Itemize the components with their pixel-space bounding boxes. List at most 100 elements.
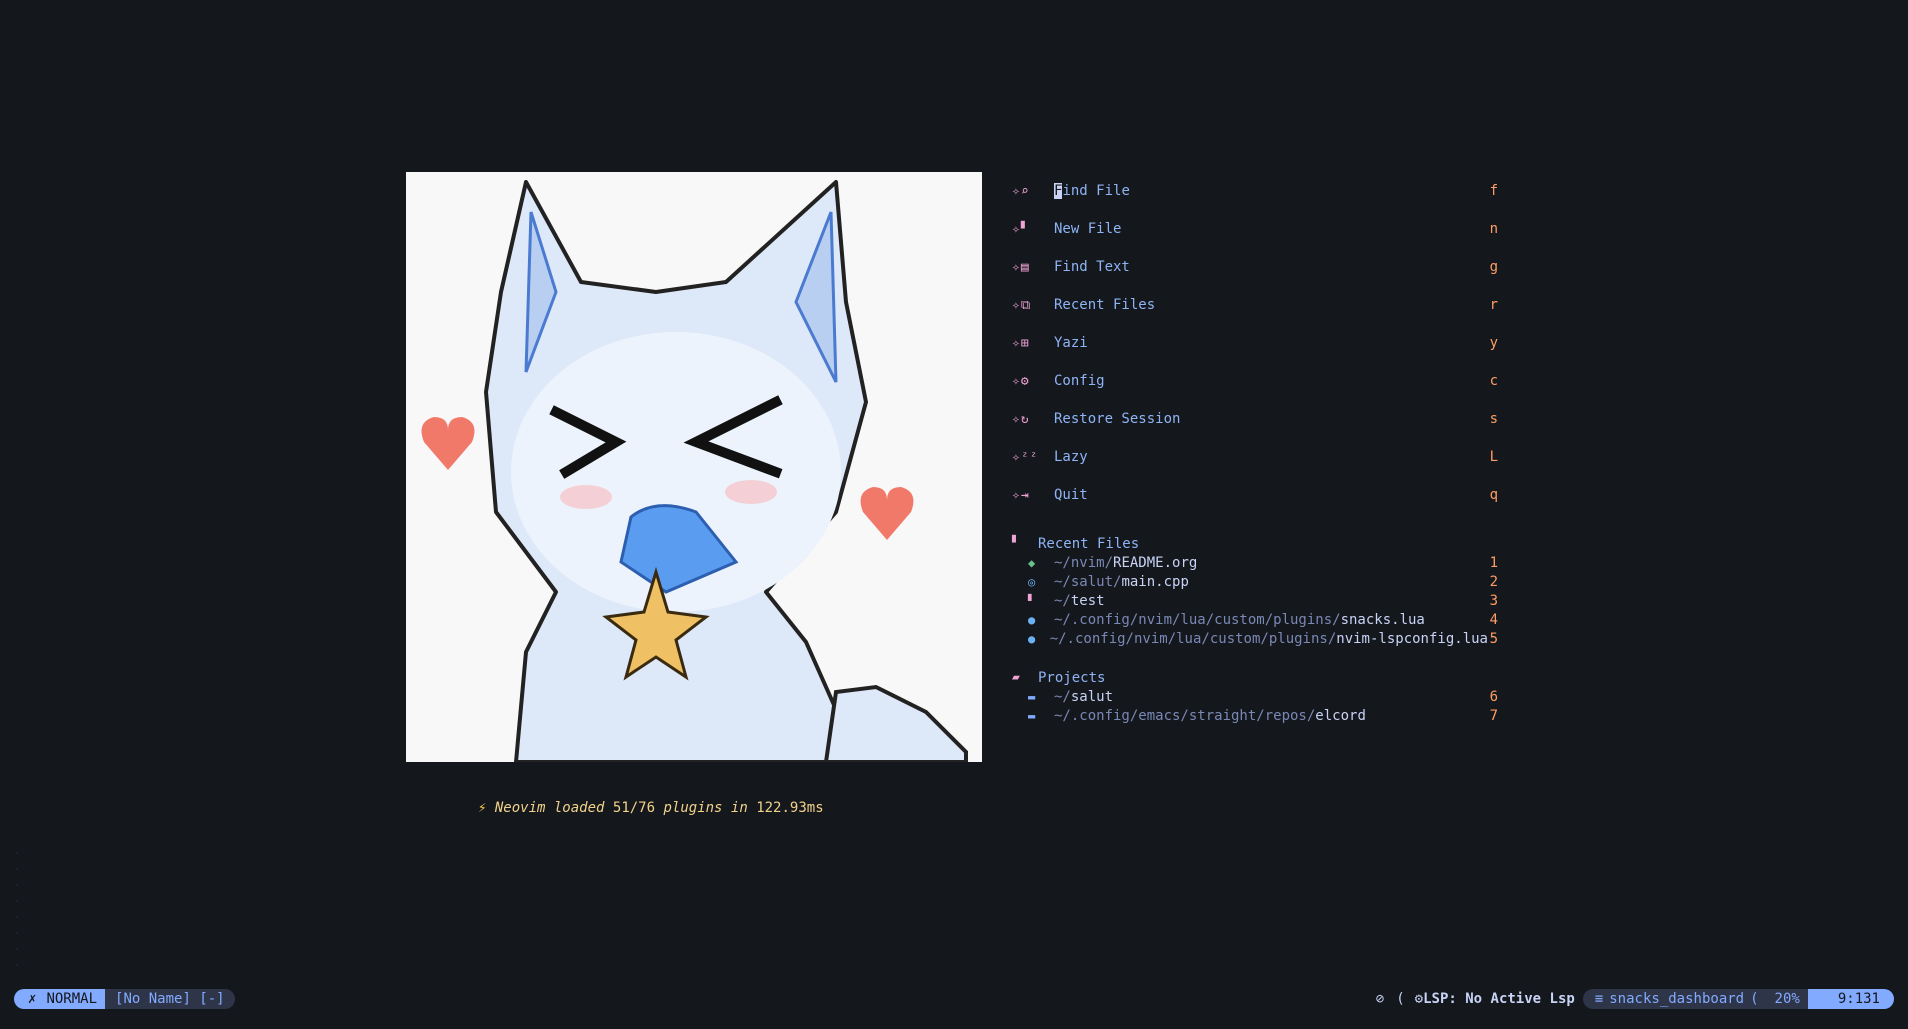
file-name: main.cpp	[1121, 573, 1189, 590]
vim-icon: ✗	[28, 991, 37, 1007]
recent-file-item[interactable]: ● ~/.config/nvim/lua/custom/plugins/nvim…	[1012, 629, 1498, 648]
text-search-icon: ✧▤	[1012, 259, 1030, 275]
file-name: snacks.lua	[1340, 611, 1425, 628]
project-name: elcord	[1315, 707, 1366, 724]
file-icon: ✧▘	[1012, 221, 1030, 237]
neovim-window: ⚡ Neovim loaded 51/76 plugins in 122.93m…	[0, 0, 1908, 1029]
project-item[interactable]: ▬ ~/.config/emacs/straight/repos/elcord …	[1012, 706, 1498, 725]
recent-files-icon: ✧⧉	[1012, 297, 1032, 313]
item-key: 7	[1489, 707, 1498, 724]
file-dir: ~/.config/nvim/lua/custom/plugins/	[1054, 611, 1341, 628]
dashboard-header-image	[406, 172, 982, 762]
item-key: 4	[1489, 611, 1498, 628]
folder-icon: ▬	[1028, 689, 1036, 704]
quit-icon: ✧⇥	[1012, 487, 1030, 503]
dashboard-menu: ✧⌕ Find File f ✧▘ New File n ✧▤ Find Tex…	[1012, 172, 1498, 725]
menu-key: g	[1489, 259, 1498, 275]
separator-icon: (	[1750, 991, 1759, 1007]
item-key: 5	[1489, 630, 1498, 647]
filetype-label: snacks_dashboard	[1609, 991, 1745, 1007]
folder-open-icon: ▰	[1012, 670, 1020, 685]
gear-icon: ✧⚙	[1012, 373, 1030, 389]
file-name: nvim-lspconfig.lua	[1336, 630, 1488, 647]
file-dir: ~/nvim/	[1054, 554, 1114, 571]
menu-item-config[interactable]: ✧⚙ Config c	[1012, 362, 1498, 400]
menu-label: Find Text	[1054, 259, 1130, 275]
menu-item-yazi[interactable]: ✧⊞ Yazi y	[1012, 324, 1498, 362]
gears-icon: ⚙	[1414, 991, 1424, 1007]
menu-key: n	[1489, 221, 1498, 237]
recent-files-section: ▘ Recent Files ◆ ~/nvim/README.org 1 ◎ ~…	[1012, 534, 1498, 648]
menu-key: s	[1489, 411, 1498, 427]
file-name: test	[1070, 592, 1105, 609]
project-dir: ~/	[1054, 688, 1071, 705]
lua-icon: ●	[1028, 631, 1036, 646]
menu-label: Quit	[1054, 487, 1088, 503]
recent-file-item[interactable]: ◆ ~/nvim/README.org 1	[1012, 553, 1498, 572]
menu-key: q	[1489, 487, 1498, 503]
recent-file-item[interactable]: ▘ ~/test 3	[1012, 591, 1498, 610]
section-title: Recent Files	[1038, 535, 1140, 552]
lightning-icon: ⚡	[478, 800, 487, 816]
menu-item-quit[interactable]: ✧⇥ Quit q	[1012, 476, 1498, 514]
recent-file-item[interactable]: ● ~/.config/nvim/lua/custom/plugins/snac…	[1012, 610, 1498, 629]
project-name: salut	[1070, 688, 1114, 705]
recent-file-item[interactable]: ◎ ~/salut/main.cpp 2	[1012, 572, 1498, 591]
menu-label: Config	[1054, 373, 1105, 389]
startup-prefix: Neovim loaded	[494, 800, 613, 816]
statusline: ✗ NORMAL [No Name] [-] ⊘ ( ⚙LSP: No Acti…	[14, 989, 1894, 1009]
separator-icon: (	[1396, 991, 1405, 1007]
file-name: README.org	[1113, 554, 1198, 571]
menu-label: Yazi	[1054, 335, 1088, 351]
menu-item-find-text[interactable]: ✧▤ Find Text g	[1012, 248, 1498, 286]
startup-time: 122.93ms	[756, 800, 824, 816]
menu-key: L	[1489, 449, 1498, 465]
file-icon: ▘	[1028, 593, 1036, 608]
folder-icon: ▬	[1028, 708, 1036, 723]
filetype: ≡ snacks_dashboard (	[1582, 989, 1767, 1009]
scroll-percent: 20%	[1766, 989, 1808, 1009]
menu-key: f	[1489, 183, 1498, 199]
item-key: 3	[1489, 592, 1498, 609]
menu-item-lazy[interactable]: ✧ᶻᶻ Lazy L	[1012, 438, 1498, 476]
menu-key: y	[1489, 335, 1498, 351]
mode-label: NORMAL	[46, 991, 98, 1007]
menu-label: Restore Session	[1054, 411, 1181, 427]
lua-icon: ●	[1028, 612, 1036, 627]
search-icon: ✧⌕	[1012, 183, 1030, 199]
menu-label: Recent Files	[1054, 297, 1156, 313]
item-key: 2	[1489, 573, 1498, 590]
menu-key: c	[1489, 373, 1498, 389]
sleep-icon: ✧ᶻᶻ	[1012, 449, 1039, 465]
empty-line-markers: · · · · · · · ·	[14, 848, 21, 971]
no-diagnostics-icon: ⊘	[1375, 991, 1385, 1007]
tree-icon: ✧⊞	[1012, 335, 1030, 351]
menu-item-new-file[interactable]: ✧▘ New File n	[1012, 210, 1498, 248]
section-title: Projects	[1038, 669, 1106, 686]
project-item[interactable]: ▬ ~/salut 6	[1012, 687, 1498, 706]
projects-section: ▰ Projects ▬ ~/salut 6 ▬ ~/.config/emacs…	[1012, 668, 1498, 725]
list-icon: ≡	[1594, 991, 1604, 1007]
file-dir: ~/	[1054, 592, 1071, 609]
cat-illustration	[406, 172, 982, 762]
startup-stats: ⚡ Neovim loaded 51/76 plugins in 122.93m…	[478, 800, 824, 816]
menu-item-find-file[interactable]: ✧⌕ Find File f	[1012, 172, 1498, 210]
item-key: 6	[1489, 688, 1498, 705]
mode-indicator: ✗ NORMAL	[14, 989, 106, 1009]
file-dir: ~/salut/	[1054, 573, 1122, 590]
startup-middle: plugins in	[655, 800, 757, 816]
cursor-position: 9:131	[1807, 989, 1894, 1009]
restore-icon: ✧↻	[1012, 411, 1030, 427]
buffer-name: [No Name] [-]	[105, 989, 235, 1009]
item-key: 1	[1489, 554, 1498, 571]
lsp-status: LSP: No Active Lsp	[1423, 991, 1575, 1007]
org-icon: ◆	[1028, 555, 1036, 570]
menu-item-recent-files[interactable]: ✧⧉ Recent Files r	[1012, 286, 1498, 324]
plugin-count: 51/76	[612, 800, 656, 816]
find-file-label: ind File	[1062, 183, 1130, 199]
menu-key: r	[1489, 297, 1498, 313]
file-dir: ~/.config/nvim/lua/custom/plugins/	[1049, 630, 1337, 647]
menu-label: New File	[1054, 221, 1122, 237]
menu-item-restore-session[interactable]: ✧↻ Restore Session s	[1012, 400, 1498, 438]
file-icon: ▘	[1012, 536, 1020, 551]
